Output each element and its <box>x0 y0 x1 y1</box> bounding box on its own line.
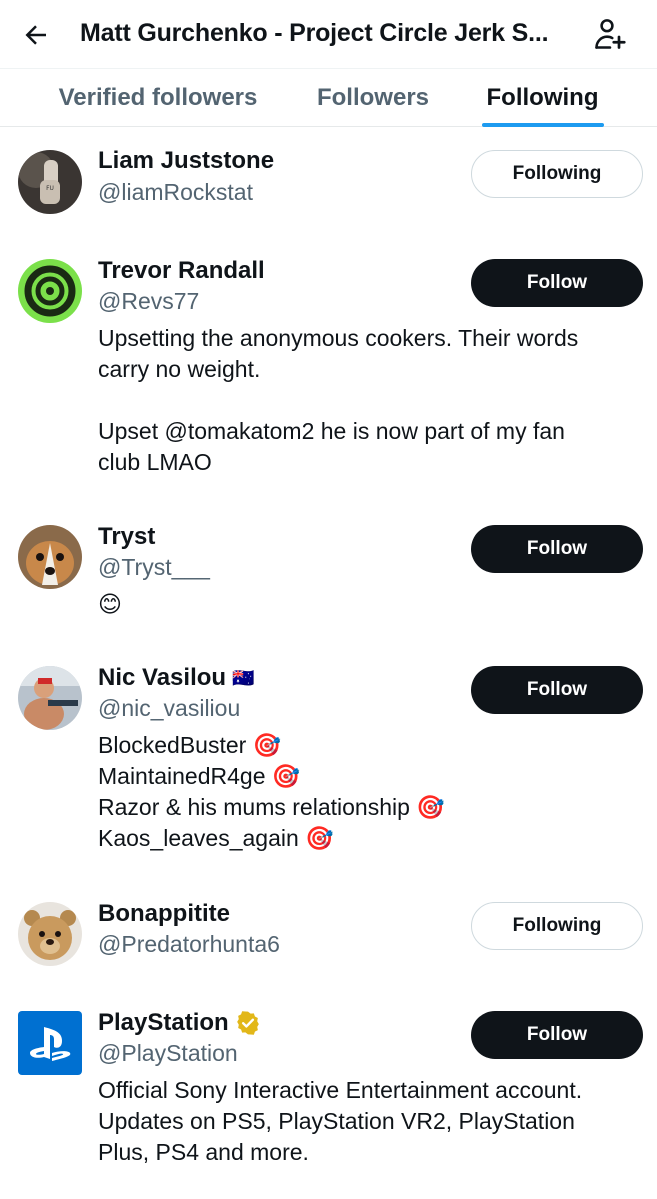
user-handle: @PlayStation <box>98 1040 238 1066</box>
page-title: Matt Gurchenko - Project Circle Jerk S..… <box>80 19 549 47</box>
person-plus-icon <box>595 19 626 49</box>
user-handle: @liamRockstat <box>98 179 253 205</box>
bio-line <box>98 385 638 416</box>
bio-line: Kaos_leaves_again 🎯 <box>98 825 334 851</box>
user-name-text: Nic Vasilou <box>98 664 227 691</box>
user-name[interactable]: Trevor Randall <box>98 257 265 285</box>
user-handle: @Revs77 <box>98 288 200 314</box>
user-name[interactable]: Tryst <box>98 523 155 551</box>
bio-line: Official Sony Interactive Entertainment … <box>98 1077 583 1103</box>
user-handle: @Tryst___ <box>98 554 210 580</box>
verified-gold-icon <box>236 1011 259 1035</box>
follow-button[interactable]: Follow <box>471 666 643 714</box>
bio-line: 😊 <box>98 591 122 617</box>
user-bio: Upsetting the anonymous cookers. Their w… <box>98 323 638 478</box>
bio-line: Upset @tomakatom2 he is now part of my f… <box>98 418 565 444</box>
user-bio: 😊 <box>98 589 638 620</box>
user-cell[interactable]: FU Liam Juststone @liamRockstat Followin… <box>0 127 657 227</box>
tab-bar: Verified followers Followers Following <box>0 68 657 127</box>
user-handle: @nic_vasiliou <box>98 695 241 721</box>
arrow-left-icon <box>25 25 46 45</box>
user-cell[interactable]: Trevor Randall @Revs77 Upsetting the ano… <box>0 237 657 497</box>
follow-button[interactable]: Follow <box>471 1011 643 1059</box>
avatar[interactable] <box>18 1011 82 1075</box>
tab-verified-followers[interactable]: Verified followers <box>30 69 286 127</box>
tab-followers[interactable]: Followers <box>296 69 450 127</box>
follow-button[interactable]: Follow <box>471 525 643 573</box>
user-cell[interactable]: Nic Vasilou 🇦🇺 @nic_vasiliou BlockedBust… <box>0 644 657 874</box>
avatar[interactable] <box>18 666 82 730</box>
bio-line: Razor & his mums relationship 🎯 <box>98 794 445 820</box>
following-button[interactable]: Following <box>471 150 643 198</box>
australia-flag-icon: 🇦🇺 <box>232 667 255 688</box>
user-bio: BlockedBuster 🎯 MaintainedR4ge 🎯 Razor &… <box>98 730 638 854</box>
tab-following[interactable]: Following <box>470 69 615 127</box>
user-cell[interactable]: Bonappitite @Predatorhunta6 Following <box>0 880 657 980</box>
back-button[interactable] <box>18 17 54 53</box>
bio-line: Plus, PS4 and more. <box>98 1139 309 1165</box>
bio-line: club LMAO <box>98 449 212 475</box>
top-bar: Matt Gurchenko - Project Circle Jerk S..… <box>0 0 657 68</box>
user-handle: @Predatorhunta6 <box>98 931 280 957</box>
user-cell[interactable]: PlayStation @PlayStation Official Sony I… <box>0 989 657 1189</box>
user-cell[interactable]: Tryst @Tryst___ 😊 Follow <box>0 503 657 633</box>
avatar[interactable] <box>18 259 82 323</box>
add-user-button[interactable] <box>590 14 630 54</box>
avatar[interactable] <box>18 902 82 966</box>
user-name[interactable]: Liam Juststone <box>98 147 274 175</box>
avatar[interactable] <box>18 525 82 589</box>
following-button[interactable]: Following <box>471 902 643 950</box>
user-name[interactable]: PlayStation <box>98 1009 261 1037</box>
bio-line: Updates on PS5, PlayStation VR2, PlaySta… <box>98 1108 575 1134</box>
follow-button[interactable]: Follow <box>471 259 643 307</box>
bio-line: Upsetting the anonymous cookers. Their w… <box>98 325 579 351</box>
bio-line: MaintainedR4ge 🎯 <box>98 763 301 789</box>
user-bio: Official Sony Interactive Entertainment … <box>98 1075 638 1168</box>
bio-line: carry no weight. <box>98 356 261 382</box>
bio-line: BlockedBuster 🎯 <box>98 732 282 758</box>
user-name-text: PlayStation <box>98 1009 229 1036</box>
user-name[interactable]: Nic Vasilou 🇦🇺 <box>98 664 254 692</box>
svg-text:FU: FU <box>46 185 54 192</box>
avatar[interactable]: FU <box>18 150 82 214</box>
user-name[interactable]: Bonappitite <box>98 900 230 928</box>
